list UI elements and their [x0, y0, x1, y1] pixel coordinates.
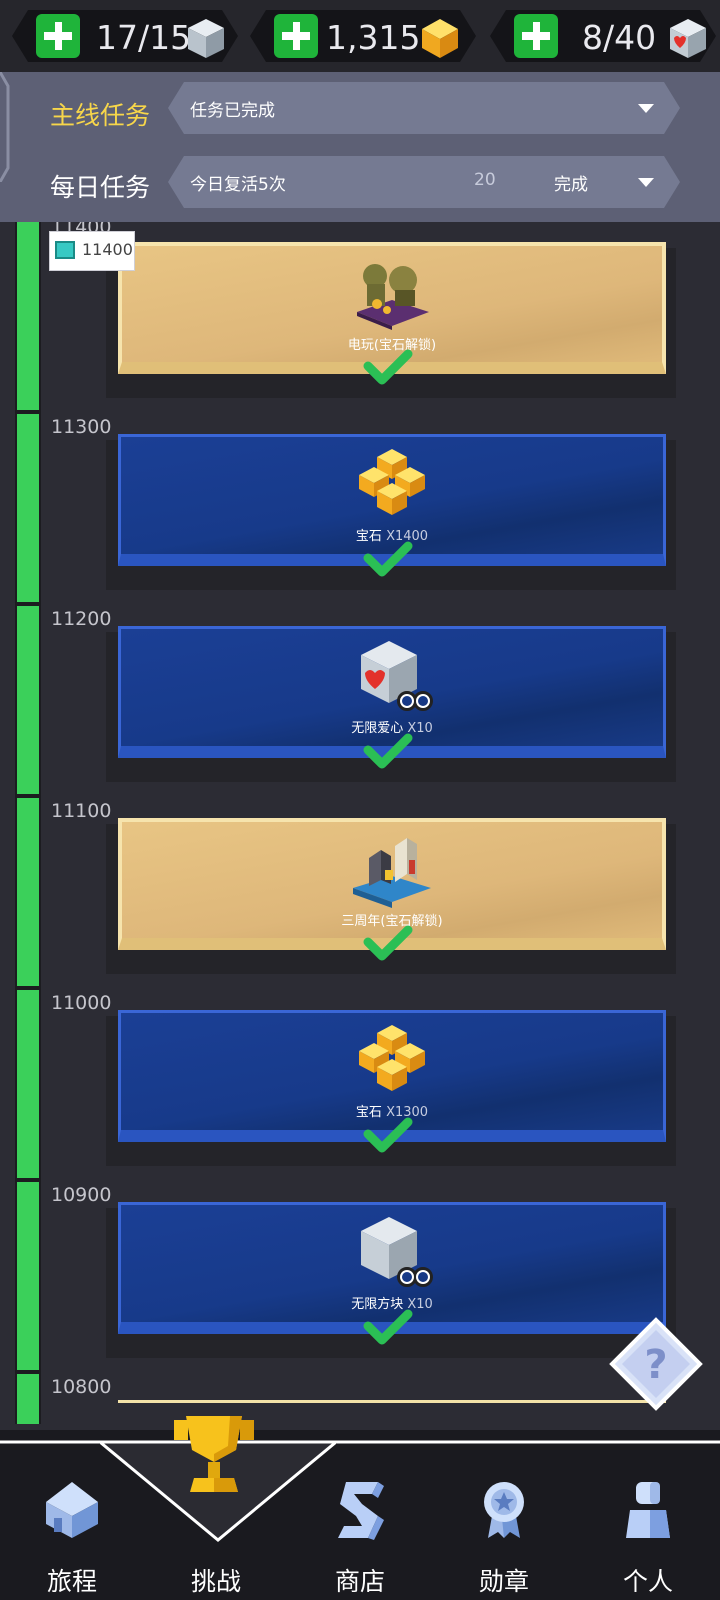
- progress-segment: [17, 990, 39, 1178]
- help-button[interactable]: ?: [608, 1316, 704, 1412]
- claimed-check-icon: [363, 349, 413, 385]
- nav-journey-label: 旅程: [46, 1567, 97, 1596]
- gold-gem-icon: [418, 16, 462, 60]
- level-label: 11200: [51, 608, 112, 630]
- gold-gems-icon: [359, 449, 425, 515]
- progress-segment: [17, 606, 39, 794]
- progress-segment: [17, 414, 39, 602]
- cube-infinity-icon: [361, 1217, 433, 1287]
- level-label: 10900: [51, 1184, 112, 1206]
- heart-cube-infinity-icon: [361, 641, 433, 711]
- arcade-scene-icon: [357, 264, 429, 330]
- nav-shop[interactable]: 商店: [288, 1430, 432, 1600]
- progress-segment: [17, 1374, 39, 1424]
- progress-segment: [17, 798, 39, 986]
- chevron-down-icon: [638, 178, 654, 187]
- nav-challenge-label: 挑战: [190, 1567, 241, 1596]
- daily-quest-label: 每日任务: [50, 173, 151, 202]
- panel-edge-ornament: [0, 72, 10, 182]
- gems-value: 1,315: [326, 18, 421, 57]
- nav-shop-label: 商店: [334, 1567, 385, 1596]
- level-label: 11000: [51, 992, 112, 1014]
- help-icon: ?: [644, 1342, 667, 1388]
- claimed-check-icon: [363, 925, 413, 961]
- add-gems-button[interactable]: [274, 14, 318, 58]
- nav-profile[interactable]: 个人: [576, 1430, 720, 1600]
- level-label: 10800: [51, 1376, 112, 1398]
- nav-medals-label: 勋章: [478, 1567, 529, 1596]
- level-label: 11300: [51, 416, 112, 438]
- chevron-down-icon: [638, 104, 654, 113]
- daily-quest-status: 完成: [554, 175, 588, 195]
- reward-card-top-edge: [118, 1400, 666, 1403]
- challenge-progress-track[interactable]: 11400 电玩(宝石解锁) 11400 11300 宝石 X1400 1120…: [0, 222, 720, 1424]
- nav-profile-label: 个人: [622, 1567, 673, 1596]
- claimed-check-icon: [363, 541, 413, 577]
- claimed-check-icon: [363, 733, 413, 769]
- main-quest-label: 主线任务: [50, 101, 151, 130]
- shop-s-icon: [338, 1482, 384, 1540]
- daily-quest-dropdown[interactable]: 今日复活5次 20 完成: [168, 156, 680, 208]
- claimed-check-icon: [363, 1309, 413, 1345]
- level-label: 11100: [51, 800, 112, 822]
- daily-quest-task: 今日复活5次: [190, 175, 286, 195]
- house-icon: [46, 1482, 98, 1538]
- person-icon: [626, 1482, 670, 1538]
- quest-panel: 主线任务 任务已完成 每日任务 今日复活5次 20 完成: [0, 72, 720, 222]
- white-cube-icon: [184, 16, 228, 60]
- claimed-check-icon: [363, 1117, 413, 1153]
- add-lives-button[interactable]: [36, 14, 80, 58]
- main-quest-status: 任务已完成: [190, 101, 275, 121]
- bottom-nav: 旅程 挑战 商店 勋章 个人: [0, 1416, 720, 1600]
- lives-counter[interactable]: 17/15: [12, 10, 238, 62]
- current-score-marker: 11400: [50, 232, 134, 270]
- trophy-icon: [174, 1416, 254, 1492]
- resource-bar: 17/15 1,315 8/40: [0, 0, 720, 72]
- hearts-counter[interactable]: 8/40: [490, 10, 716, 62]
- gems-counter[interactable]: 1,315: [250, 10, 476, 62]
- monitor-icon: [55, 241, 75, 259]
- hearts-value: 8/40: [582, 18, 657, 57]
- anniversary-scene-icon: [353, 838, 431, 908]
- main-quest-dropdown[interactable]: 任务已完成: [168, 82, 680, 134]
- progress-segment: [17, 1182, 39, 1370]
- current-score-value: 11400: [82, 240, 133, 259]
- medal-icon: [484, 1482, 524, 1538]
- heart-cube-icon: [666, 16, 710, 60]
- nav-journey[interactable]: 旅程: [0, 1430, 144, 1600]
- add-hearts-button[interactable]: [514, 14, 558, 58]
- nav-medals[interactable]: 勋章: [432, 1430, 576, 1600]
- gold-gems-icon: [359, 1025, 425, 1091]
- nav-challenge[interactable]: 挑战: [144, 1416, 288, 1600]
- daily-quest-reward: 20: [474, 170, 496, 190]
- lives-value: 17/15: [96, 18, 192, 57]
- progress-segment: [17, 222, 39, 410]
